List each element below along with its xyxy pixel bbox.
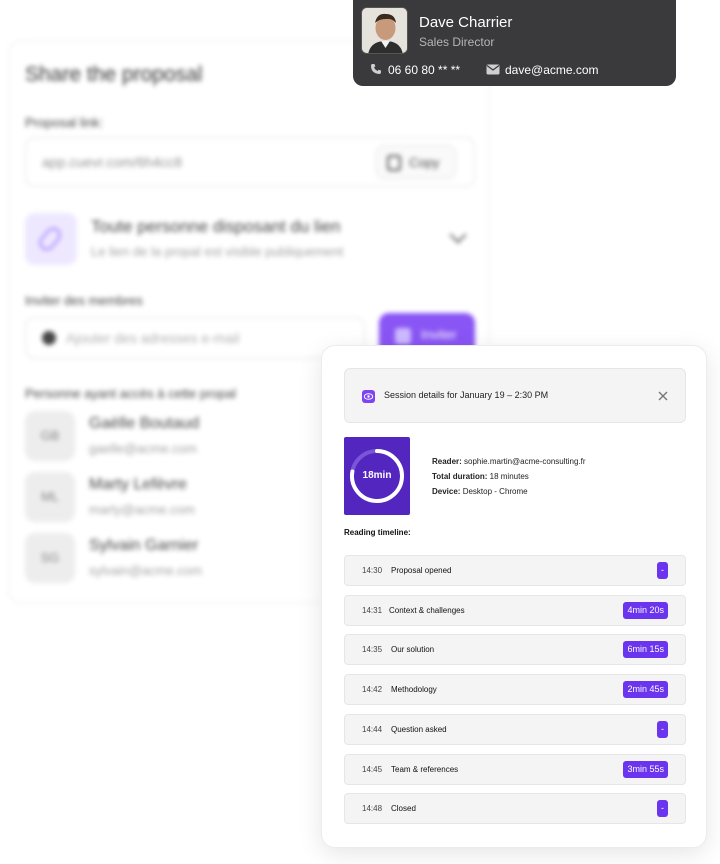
timeline-row: 14:45 Team & references 3min 55s <box>344 754 686 785</box>
chevron-down-icon[interactable] <box>449 226 467 244</box>
timeline-label: Closed <box>391 804 416 813</box>
timeline-duration-badge: 2min 45s <box>623 681 668 698</box>
user-icon <box>42 331 56 345</box>
send-icon <box>395 328 411 344</box>
member-email: marty@acme.com <box>89 502 195 517</box>
timeline-time: 14:35 <box>362 645 383 654</box>
invite-placeholder: Ajouter des adresses e-mail <box>66 330 240 346</box>
contact-role: Sales Director <box>419 35 495 49</box>
total-duration-value: 18 minutes <box>489 472 529 481</box>
members-access-label: Personne ayant accès à cette propal <box>25 386 237 401</box>
timeline-label: Context & challenges <box>389 606 465 615</box>
timeline-duration-badge: - <box>657 800 668 817</box>
invite-email-input[interactable]: Ajouter des adresses e-mail <box>25 317 365 359</box>
timeline-duration-badge: 3min 55s <box>623 761 668 778</box>
session-header-title: Session details for January 19 – 2:30 PM <box>384 390 549 400</box>
timeline-label: Our solution <box>391 645 435 654</box>
access-setting-title[interactable]: Toute personne disposant du lien <box>91 217 341 237</box>
invite-button-label: Inviter <box>421 327 457 342</box>
timeline-row: 14:42 Methodology 2min 45s <box>344 674 686 705</box>
timeline-row: 14:30 Proposal opened - <box>344 555 686 586</box>
timeline-label: Question asked <box>391 725 447 734</box>
timeline-label: Proposal opened <box>391 566 452 575</box>
contact-card: Dave Charrier Sales Director 06 60 80 **… <box>353 0 676 86</box>
close-icon[interactable] <box>656 389 670 403</box>
member-email: gaelle@acme.com <box>89 441 197 456</box>
timeline-row: 14:35 Our solution 6min 15s <box>344 634 686 665</box>
copy-button-label: Copy <box>409 155 440 170</box>
member-name: Sylvain Garnier <box>89 537 199 554</box>
device-value: Desktop - Chrome <box>462 487 528 496</box>
reader-line: Reader: sophie.martin@acme-consulting.fr <box>432 457 586 466</box>
member-email: sylvain@acme.com <box>89 563 202 578</box>
avatar <box>361 7 408 54</box>
timeline-duration-badge: - <box>657 721 668 738</box>
reader-email: sophie.martin@acme-consulting.fr <box>464 457 586 466</box>
total-duration-line: Total duration: 18 minutes <box>432 472 529 481</box>
proposal-link-value: app.cuevr.com/6h4cc8 <box>42 154 183 170</box>
duration-ring-label: 18min <box>362 470 392 481</box>
contact-name: Dave Charrier <box>419 14 513 31</box>
share-panel-title: Share the proposal <box>25 63 203 86</box>
avatar: SG <box>25 533 75 583</box>
contact-email[interactable]: dave@acme.com <box>505 63 599 77</box>
timeline-row: 14:31 Context & challenges 4min 20s <box>344 595 686 626</box>
timeline-duration-badge: 4min 20s <box>623 602 668 619</box>
timeline-label: Methodology <box>391 685 437 694</box>
member-name: Gaëlle Boutaud <box>89 415 200 432</box>
timeline-row: 14:44 Question asked - <box>344 714 686 745</box>
link-icon <box>25 213 77 265</box>
timeline-row: 14:48 Closed - <box>344 793 686 824</box>
mail-icon <box>486 64 500 75</box>
phone-icon <box>371 64 381 74</box>
timeline-time: 14:30 <box>362 566 383 575</box>
timeline-time: 14:31 <box>362 606 383 615</box>
member-name: Marty Lefèvre <box>89 476 187 493</box>
timeline-time: 14:48 <box>362 804 383 813</box>
avatar: ML <box>25 472 75 522</box>
timeline-duration-badge: 6min 15s <box>623 641 668 658</box>
duration-ring: 18min <box>344 437 410 515</box>
session-header: Session details for January 19 – 2:30 PM <box>344 368 686 423</box>
device-line: Device: Desktop - Chrome <box>432 487 528 496</box>
timeline-time: 14:45 <box>362 765 383 774</box>
eye-icon <box>362 390 375 403</box>
timeline-label: Team & references <box>391 765 459 774</box>
timeline-time: 14:42 <box>362 685 383 694</box>
contact-phone[interactable]: 06 60 80 ** ** <box>388 63 460 77</box>
reading-timeline-title: Reading timeline: <box>344 528 411 537</box>
proposal-link-field[interactable]: app.cuevr.com/6h4cc8 Copy <box>25 137 475 187</box>
timeline-time: 14:44 <box>362 725 383 734</box>
invite-members-label: Inviter des membres <box>25 293 143 308</box>
avatar: GB <box>25 411 75 461</box>
proposal-link-label: Proposal link: <box>25 115 104 130</box>
access-setting-subtitle: Le lien de la propal est visible publiqu… <box>91 244 344 259</box>
copy-link-button[interactable]: Copy <box>376 145 456 179</box>
copy-icon <box>387 155 401 171</box>
timeline-duration-badge: - <box>657 562 668 579</box>
session-details-card: Session details for January 19 – 2:30 PM… <box>321 345 707 848</box>
